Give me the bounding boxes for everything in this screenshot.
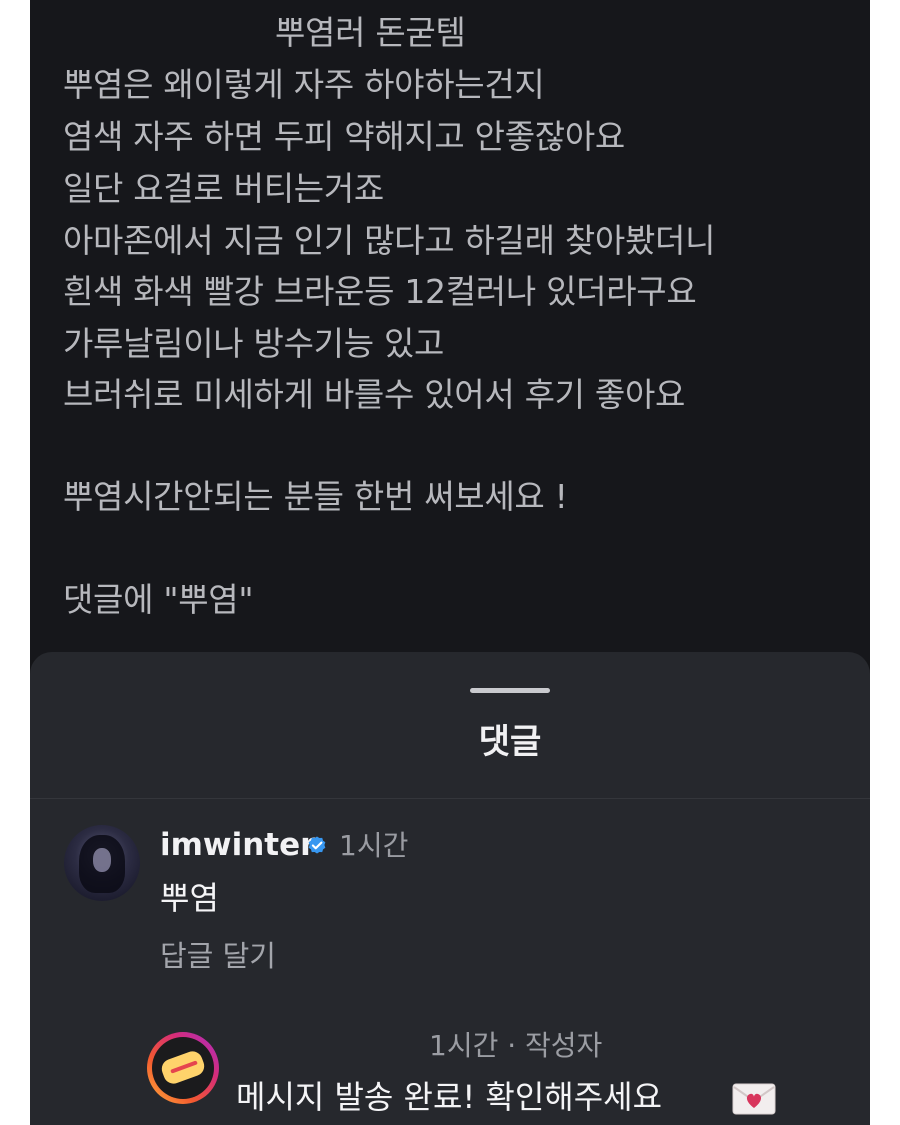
caption-line: 가루날림이나 방수기능 있고 <box>63 324 445 363</box>
caption-line: 뿌염시간안되는 분들 한번 써보세요 ! <box>63 477 568 516</box>
comment-username[interactable]: imwinter <box>160 825 315 865</box>
instagram-comments-screen: 뿌염러 돈굳템 뿌염은 왜이렇게 자주 하야하는건지 염색 자주 하면 두피 약… <box>30 0 870 1125</box>
verified-badge-icon <box>308 836 326 854</box>
caption-line: 아마존에서 지금 인기 많다고 하길래 찾아봤더니 <box>63 221 716 260</box>
reply-meta: 1시간 · 작성자 <box>429 1029 603 1062</box>
caption-line: 흰색 화색 빨강 브라운등 12컬러나 있더라구요 <box>63 272 697 311</box>
comments-title: 댓글 <box>478 722 542 762</box>
avatar-face-shape <box>93 848 111 872</box>
caption-line: 뿌염은 왜이렇게 자주 하야하는건지 <box>63 65 545 104</box>
caption-line: 일단 요걸로 버티는거죠 <box>63 169 384 208</box>
caption-line: 댓글에 "뿌염" <box>63 580 254 619</box>
comment-time: 1시간 <box>339 829 409 862</box>
caption-line: 염색 자주 하면 두피 약해지고 안좋잖아요 <box>63 117 625 156</box>
drag-handle-icon[interactable] <box>470 688 550 693</box>
post-caption: 뿌염러 돈굳템 뿌염은 왜이렇게 자주 하야하는건지 염색 자주 하면 두피 약… <box>30 0 870 660</box>
reply-button[interactable]: 답글 달기 <box>160 936 276 976</box>
comments-bottom-sheet: 댓글 imwinter 1시간 뿌염 답글 달기 1시간 · 작성자 메시지 발… <box>30 652 870 1125</box>
caption-line-title: 뿌염러 돈굳템 <box>275 13 466 52</box>
comment-text: 뿌염 <box>160 879 219 917</box>
author-avatar[interactable] <box>147 1032 219 1104</box>
author-avatar-inner <box>152 1037 214 1099</box>
caption-line: 브러쉬로 미세하게 바를수 있어서 후기 좋아요 <box>63 375 686 414</box>
sheet-divider <box>30 798 870 799</box>
love-letter-envelope-icon <box>732 1083 776 1115</box>
avatar-imwinter[interactable] <box>64 825 140 901</box>
reply-text: 메시지 발송 완료! 확인해주세요 <box>236 1078 663 1116</box>
